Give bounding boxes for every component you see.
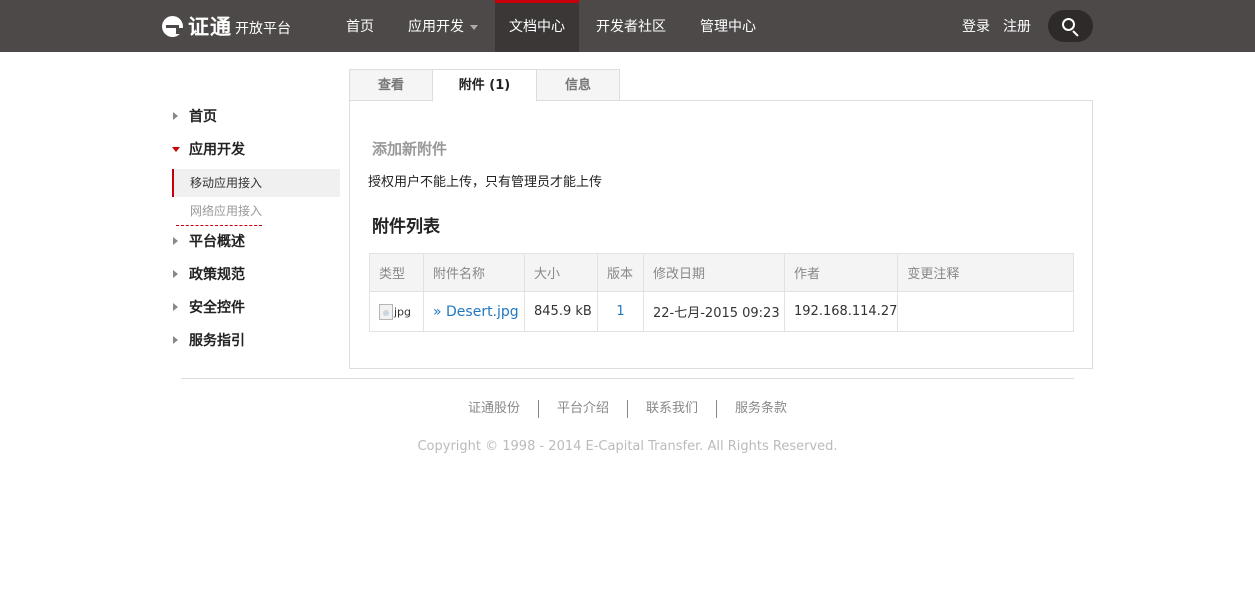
sidebar-item-service-guide[interactable]: 服务指引 [172,327,340,360]
sidebar-item-security[interactable]: 安全控件 [172,294,340,327]
column-header-author[interactable]: 作者 [783,253,899,292]
nav-item-label: 文档中心 [509,19,565,35]
table-header-row: 类型 附件名称 大小 版本 修改日期 作者 变更注释 [369,253,1074,292]
brand-name: 证通 [188,15,232,39]
top-navigation-bar: 证通 开放平台 首页 应用开发 文档中心 开发者社区 管理中心 登录 注册 [0,0,1255,52]
search-icon-handle [1072,30,1079,37]
auth-links: 登录 注册 [962,0,1044,52]
sidebar-divider [176,225,262,226]
logo-mark-icon [162,15,184,37]
column-header-modified[interactable]: 修改日期 [643,253,785,292]
nav-item-admin[interactable]: 管理中心 [683,0,773,52]
search-button[interactable] [1048,10,1093,42]
cell-name: » Desert.jpg [423,291,525,332]
sidebar-item-label: 政策规范 [189,267,245,283]
attachments-panel: 添加新附件 授权用户不能上传，只有管理员才能上传 附件列表 类型 附件名称 大小… [349,100,1093,369]
footer-link-company[interactable]: 证通股份 [450,400,538,418]
nav-item-home[interactable]: 首页 [329,0,391,52]
chevron-right-icon [173,112,178,120]
sidebar-item-label: 首页 [189,109,217,125]
cell-modified: 22-七月-2015 09:23 [643,291,785,332]
sidebar-item-overview[interactable]: 平台概述 [172,228,340,261]
column-header-version[interactable]: 版本 [597,253,644,292]
register-link[interactable]: 注册 [1003,0,1031,52]
sidebar-item-label: 安全控件 [189,300,245,316]
attachment-list-title: 附件列表 [372,217,440,237]
login-link[interactable]: 登录 [962,0,990,52]
cell-author: 192.168.114.27 [783,291,899,332]
sidebar: 首页 应用开发 移动应用接入 网络应用接入 平台概述 政策规范 安全控件 服务指… [172,103,340,360]
sidebar-subitem-label: 移动应用接入 [190,176,263,190]
table-row: jpg » Desert.jpg 845.9 kB 1 22-七月-2015 0… [369,291,1074,332]
sidebar-item-label: 服务指引 [189,333,245,349]
nav-item-label: 应用开发 [408,19,464,35]
footer-links: 证通股份 平台介绍 联系我们 服务条款 [0,400,1255,418]
file-extension: jpg [394,305,412,318]
column-header-size[interactable]: 大小 [524,253,598,292]
logo[interactable]: 证通 开放平台 [162,13,291,39]
nav-item-community[interactable]: 开发者社区 [579,0,683,52]
nav-item-label: 开发者社区 [596,19,666,35]
footer-link-terms[interactable]: 服务条款 [716,400,805,418]
sidebar-item-label: 平台概述 [189,234,245,250]
cell-version: 1 [597,291,644,332]
version-link[interactable]: 1 [616,304,624,319]
nav-item-docs[interactable]: 文档中心 [495,0,579,52]
cell-size: 845.9 kB [524,291,598,332]
tab-view[interactable]: 查看 [349,69,433,101]
chevron-down-icon [172,147,180,152]
upload-permission-notice: 授权用户不能上传，只有管理员才能上传 [368,175,603,190]
cell-comment [897,291,1074,332]
nav-item-app-dev[interactable]: 应用开发 [391,0,495,52]
nav-item-label: 管理中心 [700,19,756,35]
footer-divider [181,378,1074,379]
sidebar-item-app-dev[interactable]: 应用开发 [172,136,340,169]
brand-subtitle: 开放平台 [235,20,291,37]
sidebar-item-label: 应用开发 [189,142,245,158]
cell-type: jpg [369,291,424,332]
tab-attachments[interactable]: 附件 (1) [432,69,537,102]
sidebar-subitem-mobile-app[interactable]: 移动应用接入 [172,169,340,197]
nav-item-label: 首页 [346,19,374,35]
copyright-text: Copyright © 1998 - 2014 E-Capital Transf… [417,439,838,454]
attachment-link[interactable]: » Desert.jpg [433,304,519,320]
chevron-right-icon [173,336,178,344]
column-header-name[interactable]: 附件名称 [423,253,525,292]
tab-info[interactable]: 信息 [536,69,620,101]
column-header-type[interactable]: 类型 [369,253,424,292]
image-file-icon [379,303,393,320]
sidebar-item-home[interactable]: 首页 [172,103,340,136]
main-nav: 首页 应用开发 文档中心 开发者社区 管理中心 [329,0,773,52]
chevron-right-icon [173,237,178,245]
chevron-right-icon [173,303,178,311]
attachments-table: 类型 附件名称 大小 版本 修改日期 作者 变更注释 jpg » Desert.… [369,253,1074,332]
sidebar-subitem-label: 网络应用接入 [190,204,263,218]
add-attachment-title: 添加新附件 [372,140,448,158]
chevron-down-icon [470,24,478,30]
chevron-right-icon [173,270,178,278]
content-tabs: 查看 附件 (1) 信息 [349,69,620,102]
sidebar-item-policy[interactable]: 政策规范 [172,261,340,294]
sidebar-subitem-web-app[interactable]: 网络应用接入 [172,197,340,225]
footer-link-contact[interactable]: 联系我们 [627,400,716,418]
column-header-comment[interactable]: 变更注释 [897,253,1074,292]
footer-link-about[interactable]: 平台介绍 [537,400,627,418]
